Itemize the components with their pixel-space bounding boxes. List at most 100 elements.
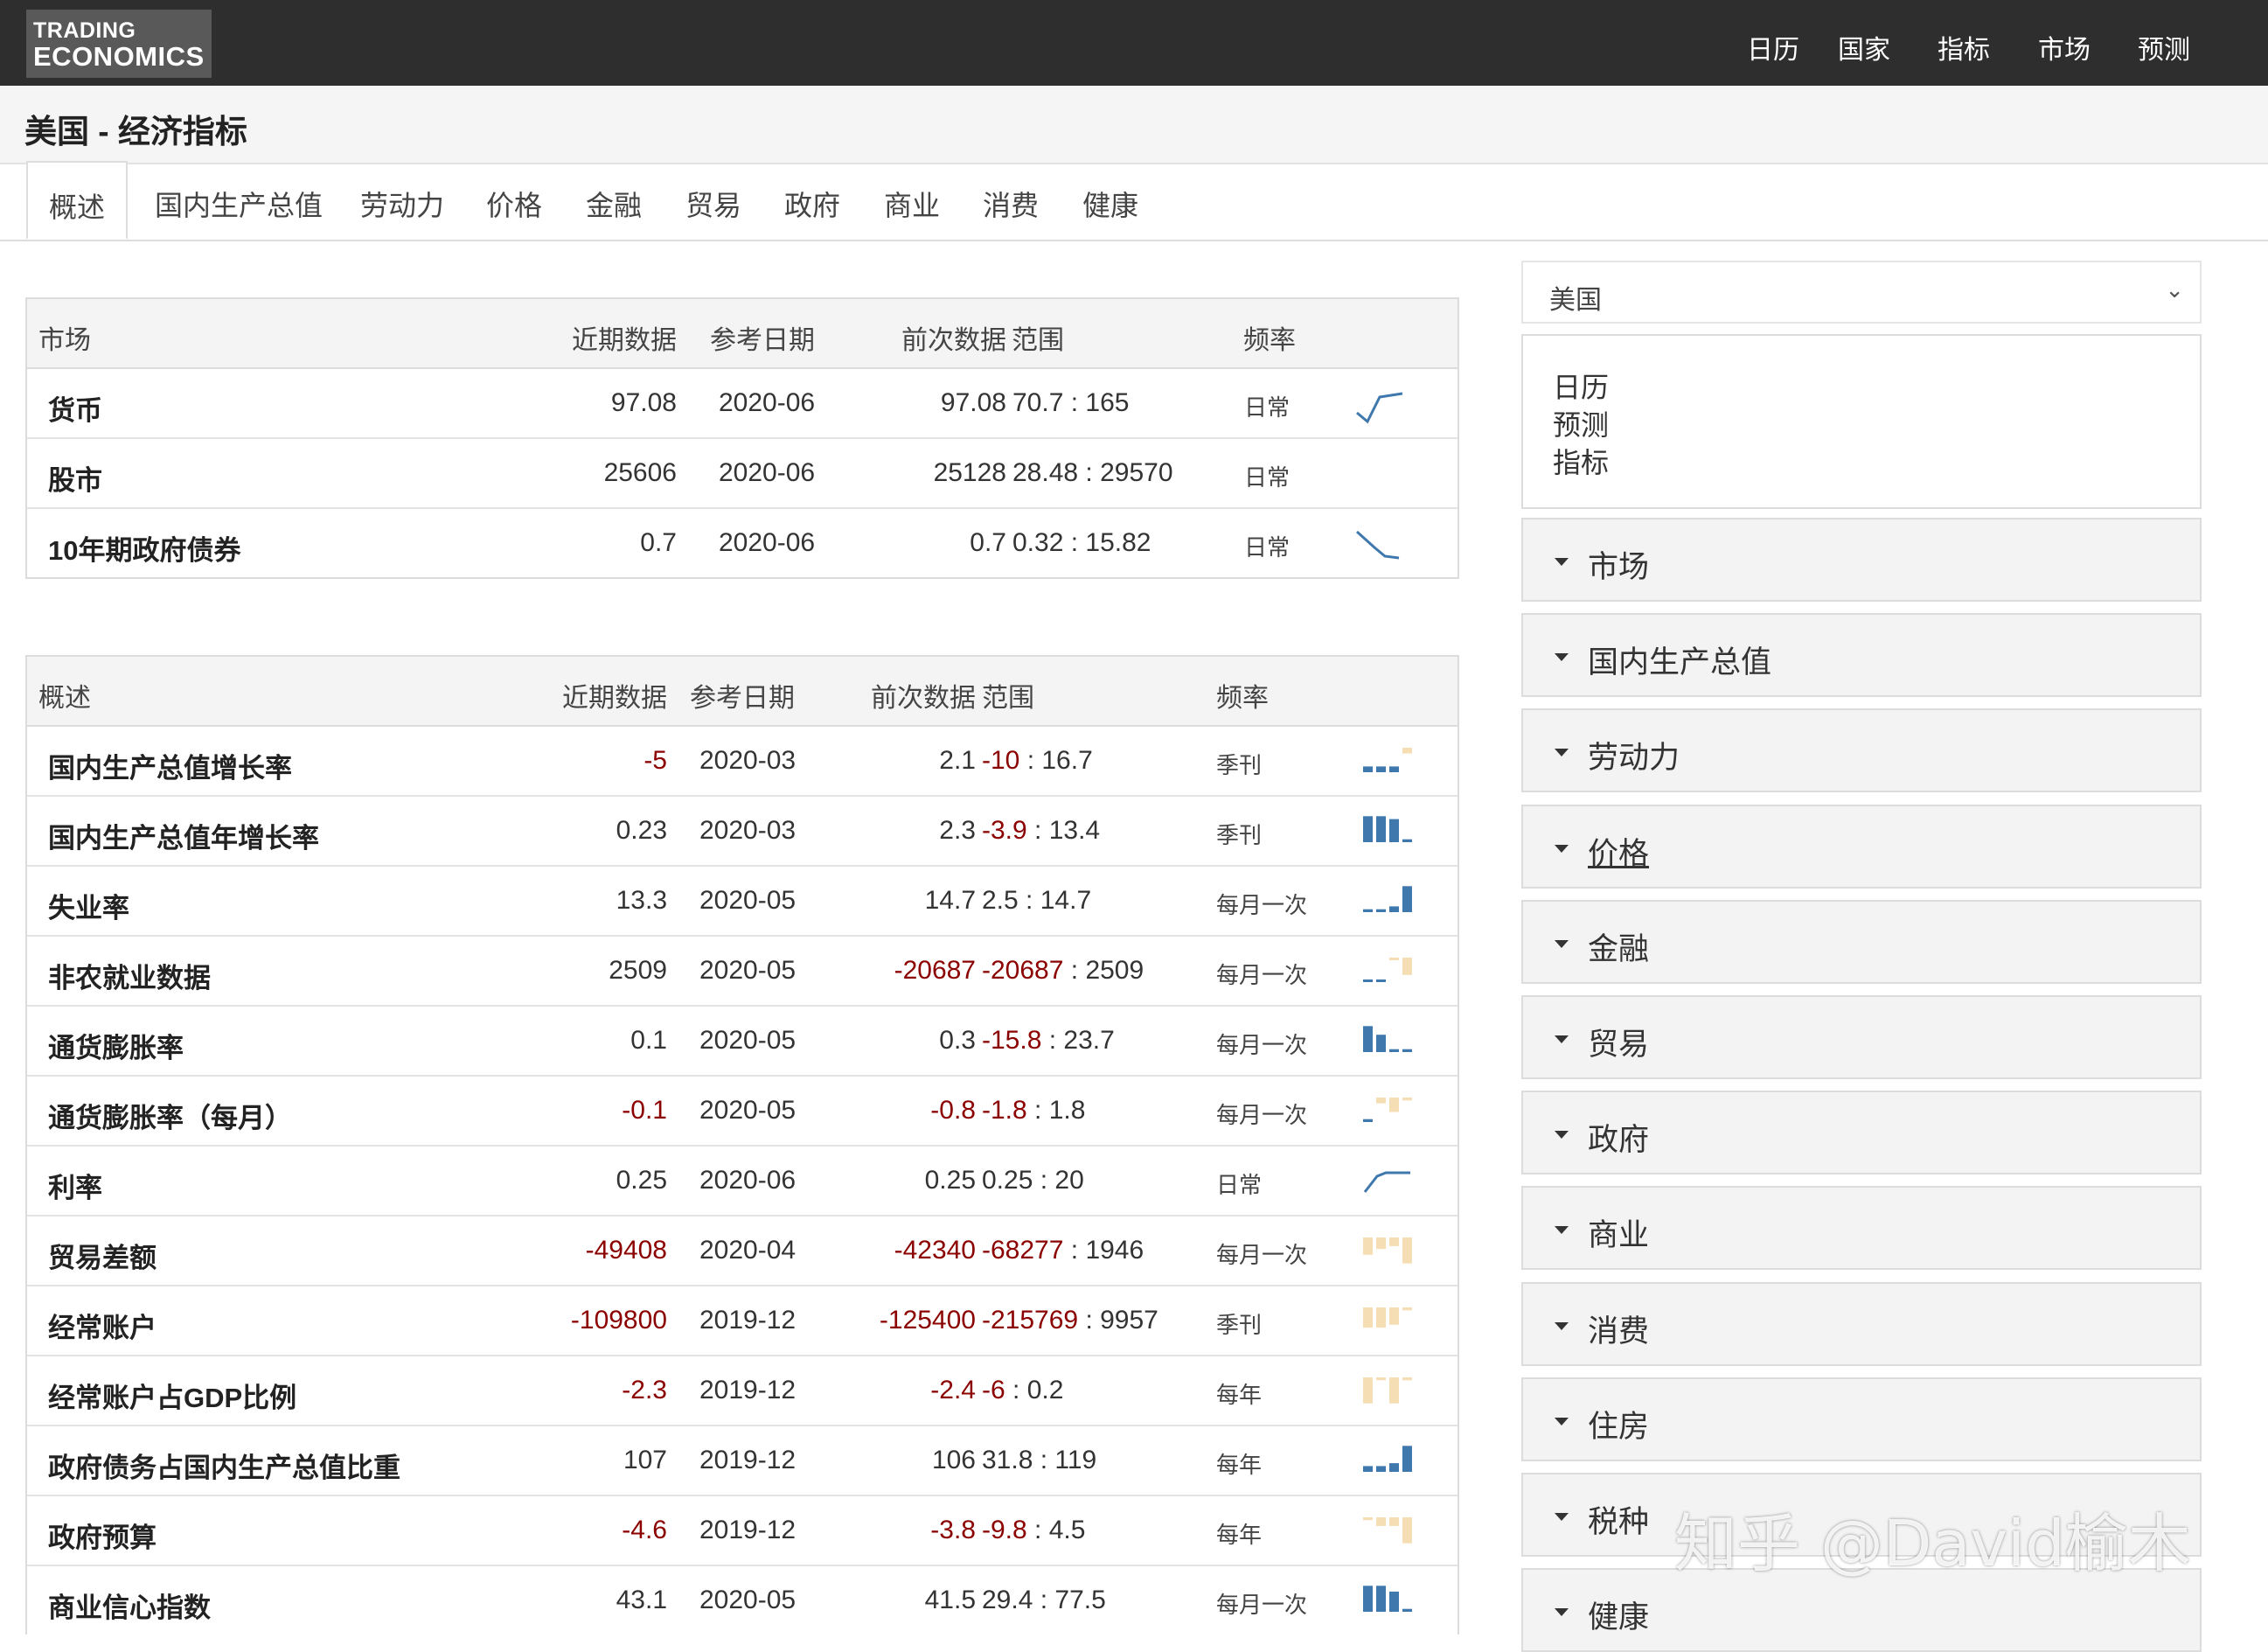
- tab-overview[interactable]: 概述: [26, 161, 128, 240]
- reference-date: 2020-03: [699, 746, 797, 775]
- indicator-name-link[interactable]: 国内生产总值增长率: [48, 746, 292, 785]
- range-separator: :: [1063, 956, 1086, 985]
- tab-consumer[interactable]: 消费: [983, 184, 1039, 224]
- table-row[interactable]: 通货膨胀率（每月） -0.1 2020-05 -0.8 -1.8 : 1.8 每月一次: [27, 1075, 1458, 1145]
- table-row[interactable]: 货币 97.08 2020-06 97.08 70.7 : 165 日常: [27, 369, 1458, 437]
- accordion-labour[interactable]: 劳动力: [1521, 708, 2202, 793]
- indicator-name-link[interactable]: 贸易差额: [48, 1236, 157, 1275]
- header-market: 市场: [38, 326, 91, 355]
- table-row[interactable]: 股市 25606 2020-06 25128 28.48 : 29570 日常: [27, 437, 1458, 507]
- accordion-gdp[interactable]: 国内生产总值: [1521, 613, 2202, 698]
- trading-economics-logo[interactable]: TRADING ECONOMICS: [26, 10, 212, 78]
- accordion-trade[interactable]: 贸易: [1521, 995, 2202, 1079]
- indicator-name-link[interactable]: 货币: [48, 388, 102, 428]
- reference-date: 2020-04: [699, 1236, 797, 1265]
- tab-labour[interactable]: 劳动力: [360, 184, 444, 224]
- indicator-name-link[interactable]: 经常账户占GDP比例: [48, 1376, 296, 1415]
- header-previous: 前次数据: [901, 326, 1006, 355]
- sparkline-bar: [1376, 1098, 1386, 1104]
- tab-prices[interactable]: 价格: [486, 184, 542, 224]
- caret-down-icon: [1555, 749, 1569, 757]
- accordion-money[interactable]: 金融: [1521, 899, 2202, 984]
- indicator-name-link[interactable]: 通货膨胀率（每月）: [48, 1096, 292, 1135]
- country-select-value: 美国: [1549, 286, 1602, 315]
- caret-down-icon: [1555, 1321, 1569, 1330]
- table-row[interactable]: 非农就业数据 2509 2020-05 -20687 -20687 : 2509 每月一次: [27, 935, 1458, 1005]
- header-range: 范围: [1012, 326, 1064, 355]
- indicator-name-link[interactable]: 政府预算: [48, 1516, 157, 1555]
- sparkline-line: [1356, 392, 1403, 424]
- indicator-name-link[interactable]: 失业率: [48, 886, 129, 925]
- link-calendar[interactable]: 日历: [1553, 369, 2200, 407]
- nav-countries[interactable]: 国家: [1838, 28, 1890, 66]
- accordion-label: 税种: [1588, 1505, 1650, 1539]
- tab-money[interactable]: 金融: [586, 184, 642, 224]
- range-low: -9.8: [982, 1516, 1027, 1544]
- previous-value: 97.08: [940, 388, 1006, 417]
- table-row[interactable]: 通货膨胀率 0.1 2020-05 0.3 -15.8 : 23.7 每月一次: [27, 1005, 1458, 1075]
- tab-trade[interactable]: 贸易: [685, 184, 741, 224]
- range-high: 2509: [1085, 956, 1144, 985]
- markets-table-header: 市场 近期数据 参考日期 前次数据 范围 频率: [27, 299, 1458, 369]
- table-row[interactable]: 失业率 13.3 2020-05 14.7 2.5 : 14.7 每月一次: [27, 865, 1458, 935]
- range-low: 2.5: [982, 886, 1019, 915]
- indicator-name-link[interactable]: 10年期政府债券: [48, 528, 240, 568]
- table-row[interactable]: 商业信心指数 43.1 2020-05 41.5 29.4 : 77.5 每月一次: [27, 1565, 1458, 1635]
- link-indicators[interactable]: 指标: [1553, 444, 2200, 482]
- range-high: 4.5: [1048, 1516, 1086, 1544]
- previous-value: 41.5: [924, 1586, 976, 1614]
- table-row[interactable]: 国内生产总值增长率 -5 2020-03 2.1 -10 : 16.7 季刊: [27, 727, 1458, 795]
- tab-gdp[interactable]: 国内生产总值: [155, 184, 323, 224]
- sparkline-bar: [1389, 1098, 1399, 1112]
- indicator-name-link[interactable]: 非农就业数据: [48, 956, 211, 995]
- accordion-government[interactable]: 政府: [1521, 1091, 2202, 1175]
- header-latest: 近期数据: [572, 326, 677, 355]
- indicator-name-link[interactable]: 股市: [48, 458, 102, 498]
- tab-business[interactable]: 商业: [884, 184, 940, 224]
- indicator-name-link[interactable]: 商业信心指数: [48, 1586, 211, 1625]
- link-forecast[interactable]: 预测: [1553, 407, 2200, 444]
- sparkline-bar: [1376, 979, 1386, 982]
- table-row[interactable]: 利率 0.25 2020-06 0.25 0.25 : 20 日常: [27, 1145, 1458, 1215]
- nav-markets[interactable]: 市场: [2038, 28, 2091, 66]
- range-low: -3.9: [982, 816, 1027, 845]
- accordion-business[interactable]: 商业: [1521, 1186, 2202, 1271]
- table-row[interactable]: 贸易差额 -49408 2020-04 -42340 -68277 : 1946 每月一次: [27, 1215, 1458, 1285]
- frequency: 每月一次: [1216, 1242, 1308, 1268]
- table-row[interactable]: 经常账户占GDP比例 -2.3 2019-12 -2.4 -6 : 0.2 每年: [27, 1355, 1458, 1425]
- accordion-housing[interactable]: 住房: [1521, 1377, 2202, 1461]
- range-separator: :: [1078, 458, 1101, 487]
- accordion-label: 价格: [1588, 836, 1650, 871]
- indicator-name-link[interactable]: 通货膨胀率: [48, 1026, 184, 1065]
- tab-government[interactable]: 政府: [784, 184, 840, 224]
- table-row[interactable]: 政府预算 -4.6 2019-12 -3.8 -9.8 : 4.5 每年: [27, 1495, 1458, 1565]
- indicator-name-link[interactable]: 国内生产总值年增长率: [48, 816, 319, 855]
- table-row[interactable]: 国内生产总值年增长率 0.23 2020-03 2.3 -3.9 : 13.4 季刊: [27, 795, 1458, 865]
- reference-date: 2020-05: [699, 1096, 797, 1125]
- nav-indicators[interactable]: 指标: [1938, 28, 1990, 66]
- sparkline-line: [1355, 530, 1400, 560]
- indicator-name-link[interactable]: 政府债务占国内生产总值比重: [48, 1446, 400, 1485]
- accordion-label: 金融: [1588, 931, 1650, 966]
- accordion-label: 消费: [1588, 1314, 1650, 1349]
- sparkline-bar: [1363, 1307, 1373, 1328]
- sparkline-bar: [1376, 1237, 1386, 1250]
- nav-calendar[interactable]: 日历: [1747, 28, 1799, 66]
- table-row[interactable]: 政府债务占国内生产总值比重 107 2019-12 106 31.8 : 119 每年: [27, 1425, 1458, 1495]
- table-row[interactable]: 10年期政府债券 0.7 2020-06 0.7 0.32 : 15.82 日常: [27, 507, 1458, 577]
- country-select[interactable]: 美国 ⌄: [1521, 261, 2202, 324]
- sparkline-bar: [1363, 766, 1373, 772]
- accordion-markets[interactable]: 市场: [1521, 518, 2202, 602]
- quick-links: 日历 预测 指标: [1521, 334, 2202, 509]
- nav-forecast[interactable]: 预测: [2138, 28, 2190, 66]
- table-row[interactable]: 经常账户 -109800 2019-12 -125400 -215769 : 9957 季…: [27, 1285, 1458, 1355]
- sparkline-bar: [1363, 1377, 1373, 1404]
- range-high: 20: [1054, 1166, 1084, 1195]
- frequency: 每年: [1216, 1382, 1263, 1408]
- indicator-name-link[interactable]: 经常账户: [48, 1306, 157, 1345]
- accordion-prices[interactable]: 价格: [1521, 804, 2202, 889]
- tab-health[interactable]: 健康: [1082, 184, 1138, 224]
- indicator-name-link[interactable]: 利率: [48, 1166, 102, 1205]
- range-value: 0.32 : 15.82: [1012, 528, 1151, 558]
- accordion-consumer[interactable]: 消费: [1521, 1281, 2202, 1366]
